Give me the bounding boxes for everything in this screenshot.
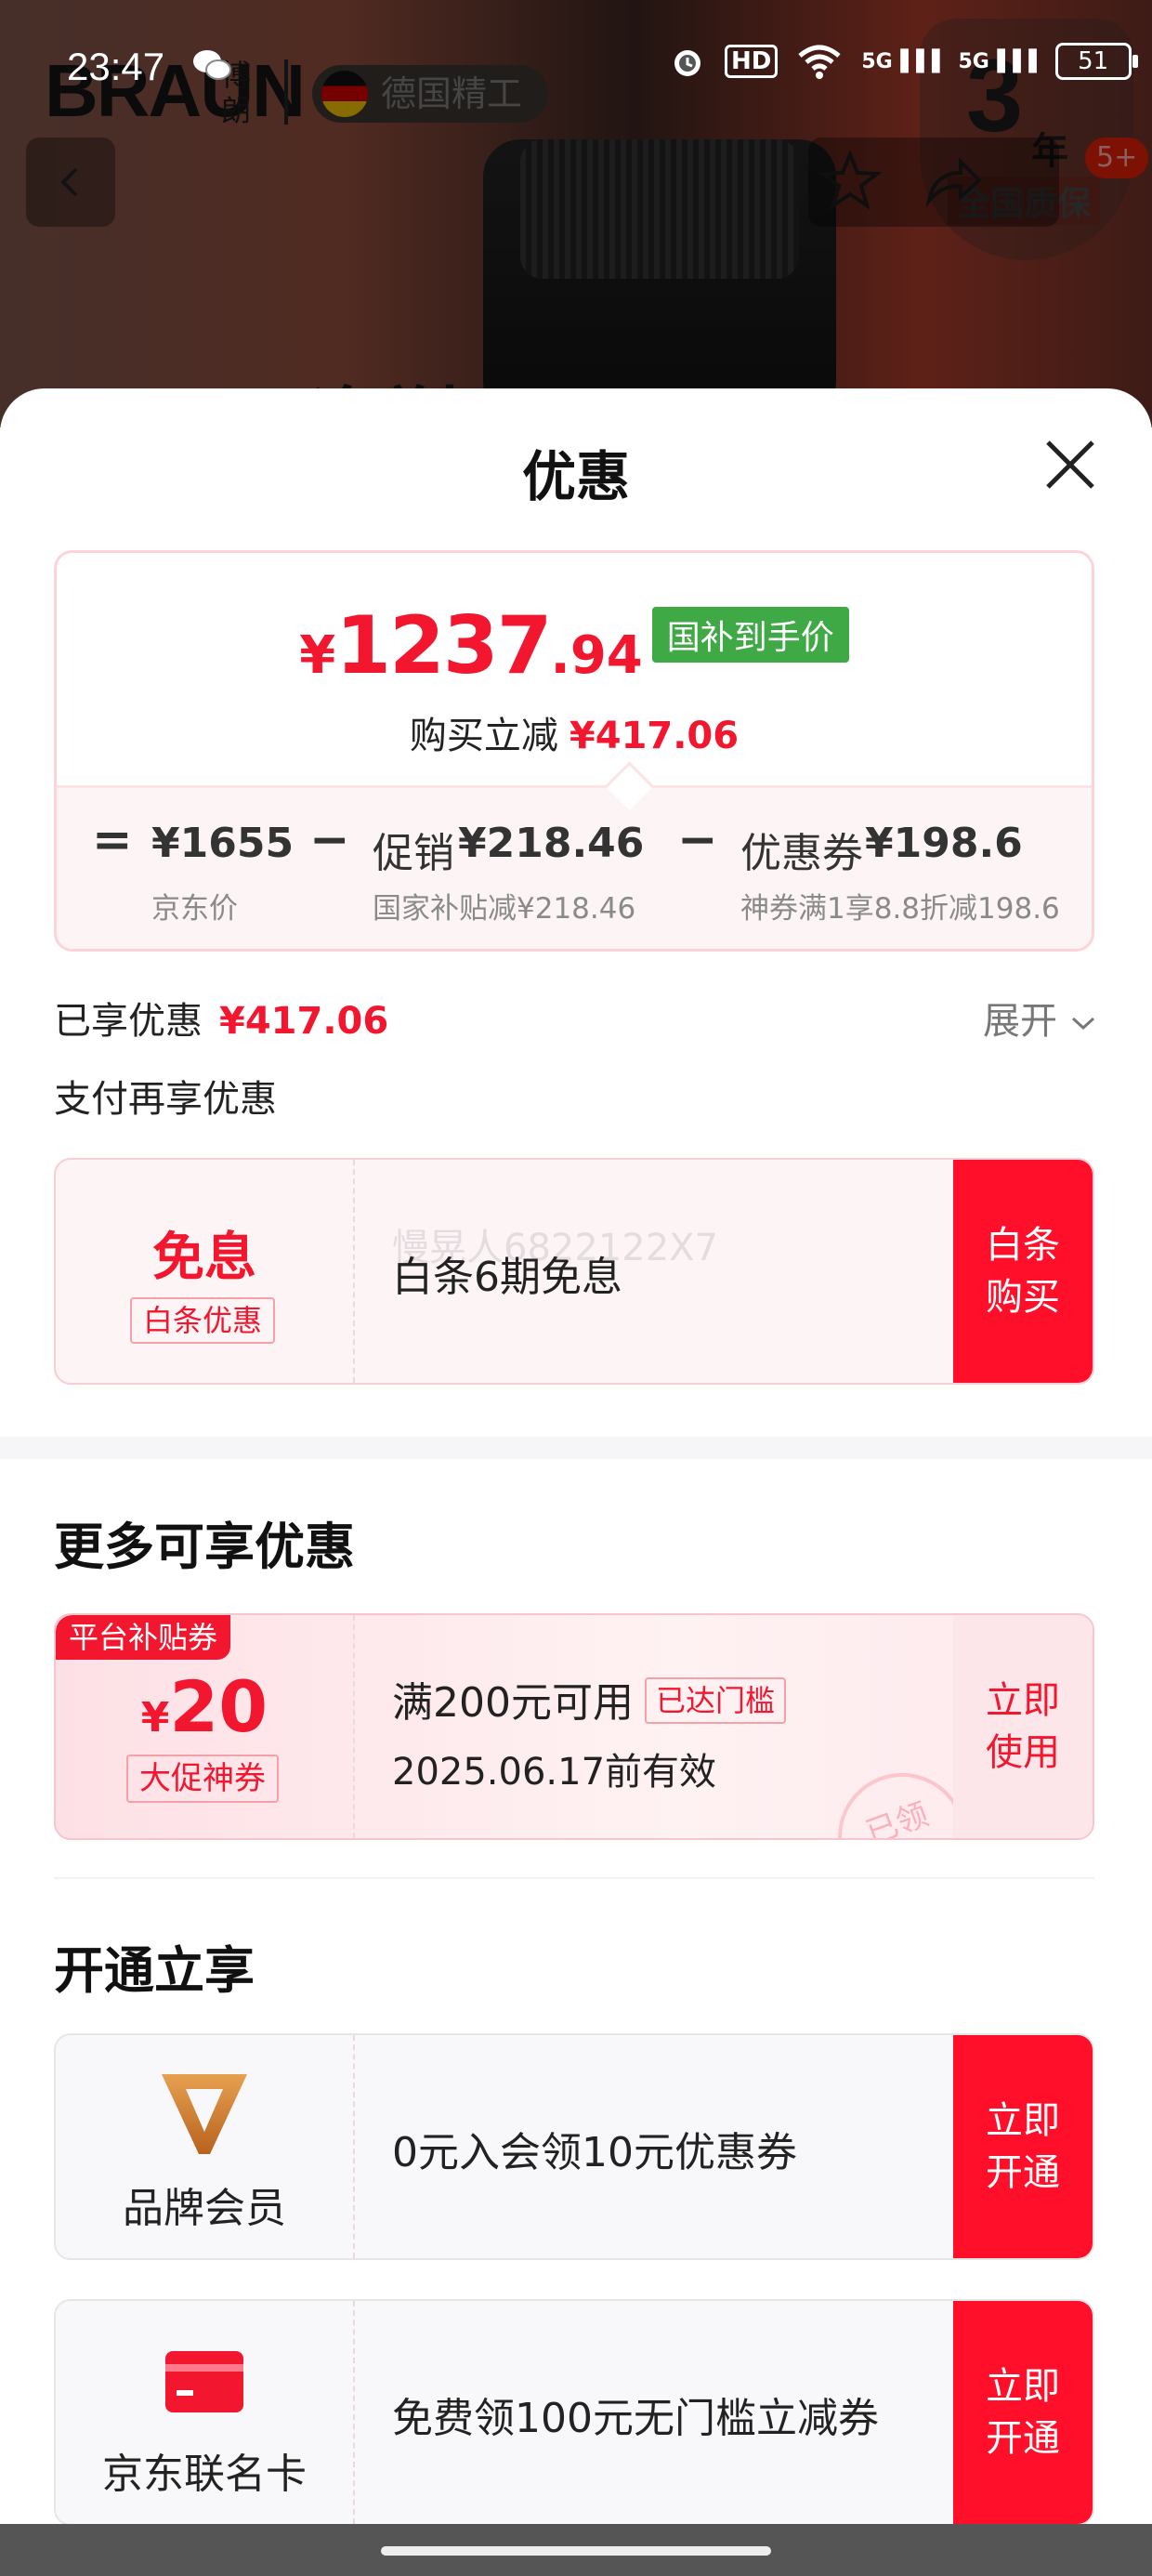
enjoyed-discount: 已享优惠 ¥417.06	[54, 991, 388, 1045]
promo-sub: 国家补贴减¥218.46	[373, 892, 636, 926]
baitiao-tag: 白条优惠	[130, 1297, 276, 1344]
baitiao-text: 白条6期免息	[392, 1254, 622, 1301]
member-text: 0元入会领10元优惠券	[392, 2129, 797, 2176]
member-middle: 0元入会领10元优惠券	[353, 2035, 953, 2258]
use-now-line1: 立即	[986, 1679, 1060, 1722]
baitiao-left: 免息 白条优惠	[56, 1160, 353, 1383]
instant-discount-amount: ¥417.06	[569, 715, 740, 757]
hd-icon: HD	[725, 45, 779, 78]
interest-free-label: 免息	[152, 1228, 256, 1288]
chevron-down-icon	[1071, 1017, 1094, 1031]
open-member-line2: 开通	[986, 2151, 1060, 2194]
coupon-validity: 2025.06.17前有效	[392, 1751, 717, 1794]
wifi-icon	[798, 45, 841, 79]
credit-card-icon	[165, 2351, 243, 2412]
platform-coupon-card[interactable]: 平台补贴券 ¥20 大促神券 满200元可用 已达门槛 2025.06.17前有效…	[54, 1613, 1094, 1840]
minus-sign: −	[309, 812, 350, 868]
minus-sign-2: −	[677, 812, 718, 868]
coupon-label: 优惠券	[740, 830, 863, 877]
signal-5g-label: 5G	[861, 49, 893, 73]
promo-value: ¥218.46	[458, 820, 645, 867]
open-jdcard-line2: 开通	[986, 2417, 1060, 2460]
alarm-icon	[674, 50, 700, 76]
signal-5g-label-2: 5G	[958, 49, 989, 73]
coupon-condition: 满200元可用 已达门槛	[392, 1669, 786, 1728]
baitiao-btn-line1: 白条	[986, 1224, 1060, 1267]
price-summary: ¥1237.94 国补到手价 购买立减 ¥417.06 = ¥1655 京东价 − …	[54, 550, 1094, 952]
baitiao-buy-button[interactable]: 白条 购买	[953, 1160, 1093, 1383]
coupon-value: ¥198.6	[865, 820, 1023, 867]
jdcard-middle: 免费领100元无门槛立减券	[353, 2301, 953, 2524]
price-currency: ¥	[299, 625, 336, 686]
open-jdcard-button[interactable]: 立即 开通	[953, 2301, 1093, 2524]
promo-label: 促销	[373, 830, 454, 877]
signal-icon-2: 5G▐▐▐	[958, 49, 1037, 73]
price-decimal: .94	[550, 625, 643, 686]
coupon-value: ¥20	[56, 1665, 353, 1748]
sheet-title: 优惠	[521, 445, 630, 508]
jdcard-left: 京东联名卡	[56, 2301, 353, 2524]
baitiao-btn-line2: 购买	[986, 1276, 1060, 1319]
coupon-middle: 满200元可用 已达门槛 2025.06.17前有效 已领	[353, 1615, 985, 1838]
subsidy-price-tag: 国补到手价	[651, 607, 849, 663]
battery-icon: 51	[1054, 43, 1138, 80]
open-enjoy-title: 开通立享	[54, 1941, 255, 2000]
coupon-tag: 大促神券	[126, 1755, 279, 1803]
enjoyed-label: 已享优惠	[54, 1000, 203, 1043]
enjoyed-amount: ¥417.06	[219, 1000, 389, 1043]
coupon-amount: 20	[169, 1665, 268, 1748]
jd-card-offer[interactable]: 京东联名卡 免费领100元无门槛立减券 立即开通	[54, 2299, 1094, 2526]
coupon-condition-text: 满200元可用	[392, 1679, 634, 1727]
expand-button[interactable]: 展开	[983, 991, 1097, 1045]
open-member-line1: 立即	[986, 2099, 1060, 2142]
pay-more-title: 支付再享优惠	[54, 1078, 277, 1121]
coupon-left: ¥20 大促神券	[56, 1615, 353, 1838]
price-integer: 1237	[335, 599, 552, 692]
more-offers-title: 更多可享优惠	[54, 1518, 355, 1576]
wechat-icon	[193, 50, 231, 80]
final-price: ¥1237.94 国补到手价	[57, 599, 1092, 692]
close-icon[interactable]	[1041, 435, 1100, 494]
status-icons: HD 5G▐▐▐ 5G▐▐▐ 51	[669, 43, 1138, 80]
brand-v-icon	[162, 2074, 247, 2154]
brand-member-card[interactable]: 品牌会员 0元入会领10元优惠券 立即开通	[54, 2033, 1094, 2260]
threshold-reached-tag: 已达门槛	[644, 1677, 786, 1724]
equals-sign: =	[92, 812, 133, 868]
system-nav-bar	[0, 2524, 1152, 2576]
instant-discount: 购买立减 ¥417.06	[57, 705, 1092, 759]
baitiao-offer-card[interactable]: 免息 白条优惠 慢晃人6822122X7 白条6期免息 白条购买	[54, 1158, 1094, 1385]
jdcard-label: 京东联名卡	[102, 2451, 307, 2498]
use-now-button[interactable]: 立即 使用	[953, 1615, 1093, 1838]
open-member-button[interactable]: 立即 开通	[953, 2035, 1093, 2258]
jdcard-text: 免费领100元无门槛立减券	[392, 2395, 879, 2442]
price-breakdown: = ¥1655 京东价 − 促销 ¥218.46 国家补贴减¥218.46 − …	[57, 785, 1092, 949]
section-separator	[54, 1877, 1094, 1879]
section-divider	[0, 1437, 1152, 1459]
expand-label: 展开	[983, 1000, 1057, 1043]
jd-price: ¥1655	[151, 820, 295, 867]
coupon-sub: 神券满1享8.8折减198.6	[740, 892, 1060, 926]
price-top: ¥1237.94 国补到手价 购买立减 ¥417.06	[57, 553, 1092, 785]
member-left: 品牌会员	[56, 2035, 353, 2258]
jd-price-label: 京东价	[151, 892, 238, 926]
baitiao-middle: 慢晃人6822122X7 白条6期免息	[353, 1160, 953, 1383]
home-indicator[interactable]	[381, 2546, 771, 2556]
open-jdcard-line1: 立即	[986, 2365, 1060, 2408]
status-time: 23:47	[67, 45, 165, 88]
coupon-currency: ¥	[140, 1694, 170, 1741]
status-bar: 23:47 HD 5G▐▐▐ 5G▐▐▐ 51	[0, 0, 1152, 139]
signal-icon: 5G▐▐▐	[861, 49, 940, 73]
use-now-line2: 使用	[986, 1731, 1060, 1774]
instant-discount-label: 购买立减	[409, 715, 558, 757]
member-label: 品牌会员	[123, 2185, 286, 2232]
